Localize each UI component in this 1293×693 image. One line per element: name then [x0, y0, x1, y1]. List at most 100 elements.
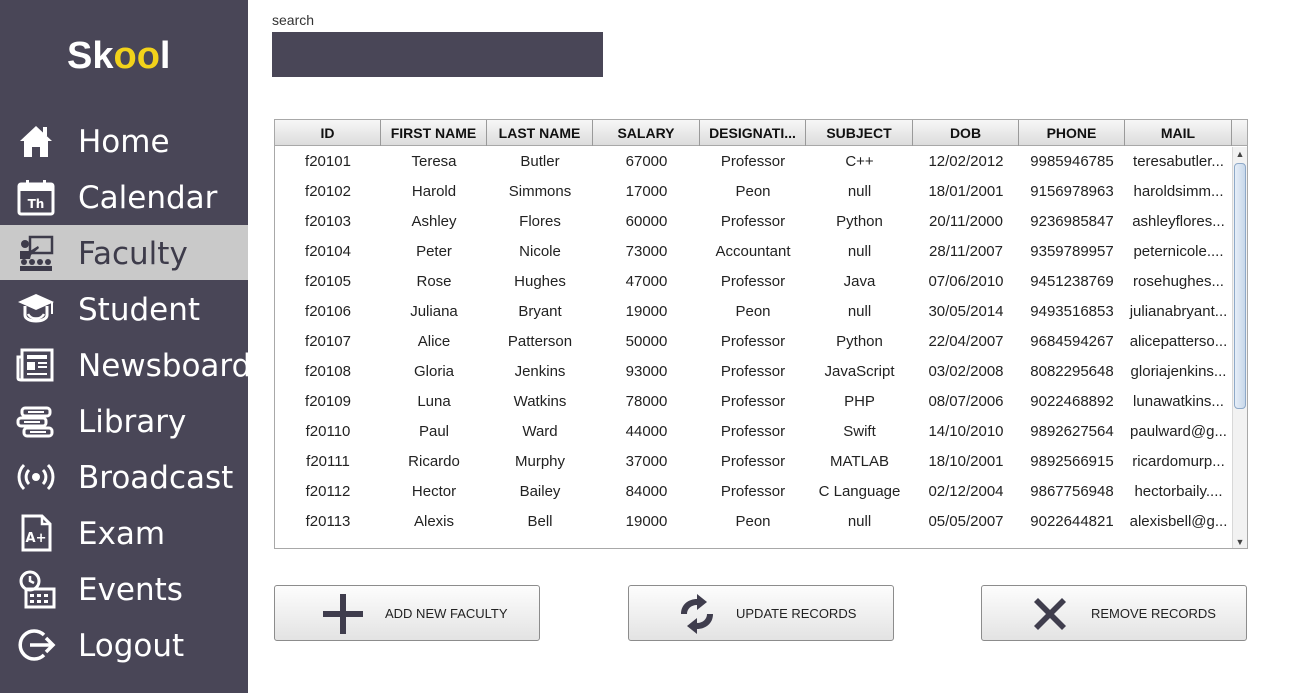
cell-dob[interactable]: 05/05/2007 [913, 507, 1019, 537]
cell-phone[interactable]: 9156978963 [1019, 177, 1125, 207]
cell-id[interactable]: f20107 [275, 327, 381, 357]
table-row[interactable]: f20110 Paul Ward 44000 Professor Swift 14/10/2… [275, 417, 1233, 447]
cell-subject[interactable]: Swift [806, 417, 913, 447]
cell-last-name[interactable]: Bell [487, 507, 593, 537]
cell-mail[interactable]: gloriajenkins... [1125, 357, 1232, 387]
cell-dob[interactable]: 12/02/2012 [913, 147, 1019, 177]
column-header-designation[interactable]: DESIGNATI... [700, 120, 806, 146]
cell-subject[interactable]: null [806, 237, 913, 267]
cell-subject[interactable]: PHP [806, 387, 913, 417]
cell-designation[interactable]: Professor [700, 267, 806, 297]
cell-designation[interactable]: Peon [700, 177, 806, 207]
cell-last-name[interactable]: Watkins [487, 387, 593, 417]
cell-first-name[interactable]: Harold [381, 177, 487, 207]
cell-phone[interactable]: 9892566915 [1019, 447, 1125, 477]
cell-id[interactable]: f20105 [275, 267, 381, 297]
cell-last-name[interactable]: Nicole [487, 237, 593, 267]
column-header-last-name[interactable]: LAST NAME [487, 120, 593, 146]
cell-id[interactable]: f20111 [275, 447, 381, 477]
cell-subject[interactable]: Java [806, 267, 913, 297]
cell-last-name[interactable]: Flores [487, 207, 593, 237]
sidebar-item-home[interactable]: Home [0, 113, 248, 168]
sidebar-item-calendar[interactable]: Th Calendar [0, 169, 248, 224]
cell-last-name[interactable]: Bailey [487, 477, 593, 507]
cell-first-name[interactable]: Alice [381, 327, 487, 357]
cell-mail[interactable]: ashleyflores... [1125, 207, 1232, 237]
cell-subject[interactable]: C++ [806, 147, 913, 177]
cell-dob[interactable]: 02/12/2004 [913, 477, 1019, 507]
cell-last-name[interactable]: Butler [487, 147, 593, 177]
cell-first-name[interactable]: Hector [381, 477, 487, 507]
cell-subject[interactable]: Python [806, 207, 913, 237]
table-row[interactable]: f20111 Ricardo Murphy 37000 Professor MATLAB 1… [275, 447, 1233, 477]
cell-salary[interactable]: 78000 [593, 387, 700, 417]
cell-mail[interactable]: alexisbell@g... [1125, 507, 1232, 537]
cell-dob[interactable]: 20/11/2000 [913, 207, 1019, 237]
cell-salary[interactable]: 50000 [593, 327, 700, 357]
cell-phone[interactable]: 9867756948 [1019, 477, 1125, 507]
cell-designation[interactable]: Professor [700, 327, 806, 357]
cell-last-name[interactable]: Simmons [487, 177, 593, 207]
scroll-down-arrow-icon[interactable]: ▼ [1233, 535, 1247, 548]
scrollbar-thumb[interactable] [1234, 163, 1246, 409]
cell-id[interactable]: f20108 [275, 357, 381, 387]
cell-dob[interactable]: 30/05/2014 [913, 297, 1019, 327]
cell-phone[interactable]: 9684594267 [1019, 327, 1125, 357]
scroll-up-arrow-icon[interactable]: ▲ [1233, 147, 1247, 161]
table-row[interactable]: f20101 Teresa Butler 67000 Professor C++ 12/02… [275, 147, 1233, 177]
cell-last-name[interactable]: Jenkins [487, 357, 593, 387]
cell-dob[interactable]: 08/07/2006 [913, 387, 1019, 417]
column-header-id[interactable]: ID [275, 120, 381, 146]
cell-phone[interactable]: 9022468892 [1019, 387, 1125, 417]
cell-dob[interactable]: 22/04/2007 [913, 327, 1019, 357]
cell-dob[interactable]: 14/10/2010 [913, 417, 1019, 447]
cell-mail[interactable]: teresabutler... [1125, 147, 1232, 177]
column-header-subject[interactable]: SUBJECT [806, 120, 913, 146]
cell-salary[interactable]: 37000 [593, 447, 700, 477]
column-header-dob[interactable]: DOB [913, 120, 1019, 146]
table-row[interactable]: f20103 Ashley Flores 60000 Professor Python 20… [275, 207, 1233, 237]
cell-salary[interactable]: 17000 [593, 177, 700, 207]
cell-dob[interactable]: 03/02/2008 [913, 357, 1019, 387]
table-row[interactable]: f20108 Gloria Jenkins 93000 Professor JavaScr… [275, 357, 1233, 387]
column-header-phone[interactable]: PHONE [1019, 120, 1125, 146]
add-new-faculty-button[interactable]: ADD NEW FACULTY [274, 585, 540, 641]
sidebar-item-events[interactable]: Events [0, 561, 248, 616]
cell-last-name[interactable]: Patterson [487, 327, 593, 357]
cell-last-name[interactable]: Murphy [487, 447, 593, 477]
cell-id[interactable]: f20109 [275, 387, 381, 417]
table-row[interactable]: f20112 Hector Bailey 84000 Professor C Langua… [275, 477, 1233, 507]
cell-subject[interactable]: null [806, 507, 913, 537]
cell-salary[interactable]: 19000 [593, 507, 700, 537]
sidebar-item-newsboard[interactable]: Newsboard [0, 337, 251, 392]
cell-first-name[interactable]: Teresa [381, 147, 487, 177]
cell-salary[interactable]: 19000 [593, 297, 700, 327]
cell-designation[interactable]: Professor [700, 207, 806, 237]
cell-mail[interactable]: julianabryant... [1125, 297, 1232, 327]
cell-dob[interactable]: 18/01/2001 [913, 177, 1019, 207]
cell-designation[interactable]: Professor [700, 477, 806, 507]
cell-salary[interactable]: 93000 [593, 357, 700, 387]
cell-subject[interactable]: Python [806, 327, 913, 357]
cell-mail[interactable]: paulward@g... [1125, 417, 1232, 447]
cell-salary[interactable]: 44000 [593, 417, 700, 447]
cell-designation[interactable]: Accountant [700, 237, 806, 267]
cell-first-name[interactable]: Rose [381, 267, 487, 297]
cell-salary[interactable]: 67000 [593, 147, 700, 177]
cell-id[interactable]: f20112 [275, 477, 381, 507]
cell-subject[interactable]: MATLAB [806, 447, 913, 477]
table-row[interactable]: f20113 Alexis Bell 19000 Peon null 05/05/2007 9… [275, 507, 1233, 537]
cell-mail[interactable]: alicepatterso... [1125, 327, 1232, 357]
sidebar-item-faculty[interactable]: Faculty [0, 225, 248, 280]
cell-first-name[interactable]: Alexis [381, 507, 487, 537]
search-input[interactable] [272, 32, 603, 77]
cell-first-name[interactable]: Paul [381, 417, 487, 447]
cell-subject[interactable]: C Language [806, 477, 913, 507]
sidebar-item-student[interactable]: Student [0, 281, 248, 336]
cell-phone[interactable]: 8082295648 [1019, 357, 1125, 387]
cell-designation[interactable]: Peon [700, 297, 806, 327]
cell-salary[interactable]: 84000 [593, 477, 700, 507]
cell-last-name[interactable]: Hughes [487, 267, 593, 297]
cell-first-name[interactable]: Gloria [381, 357, 487, 387]
cell-last-name[interactable]: Ward [487, 417, 593, 447]
